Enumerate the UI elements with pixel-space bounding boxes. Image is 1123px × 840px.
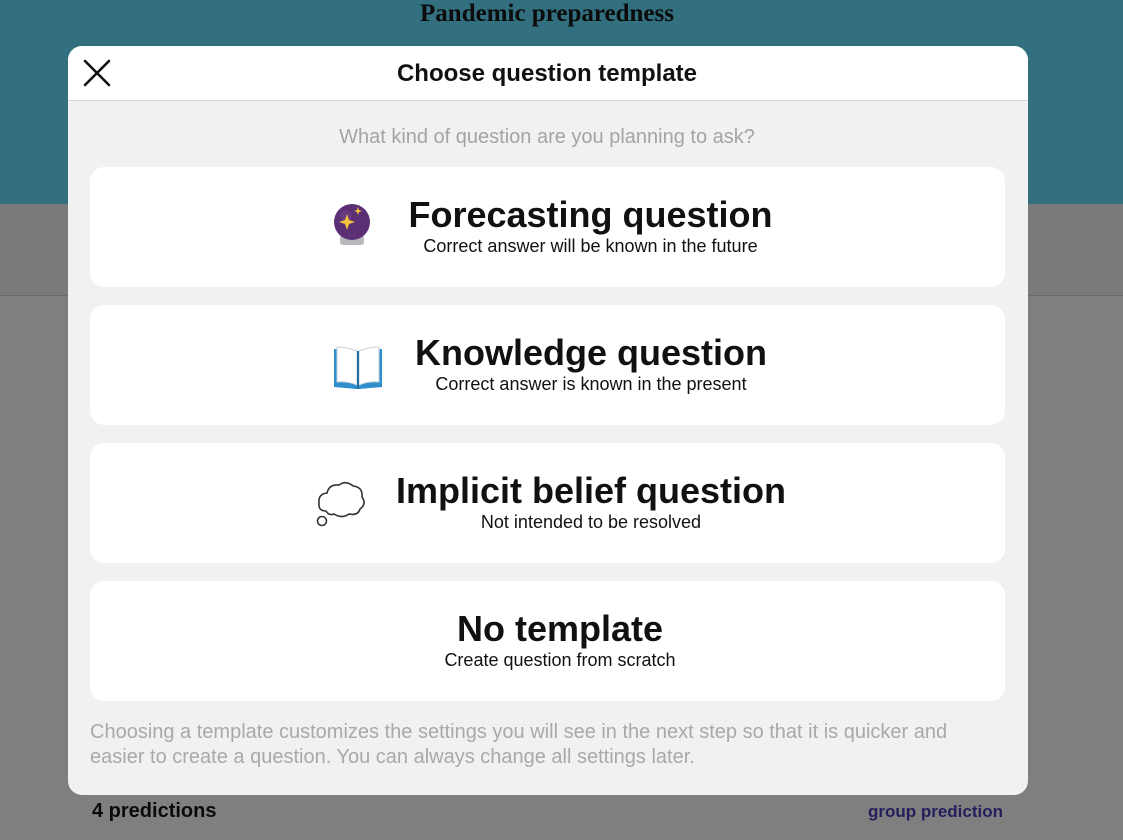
group-prediction-link[interactable]: group prediction bbox=[868, 802, 1003, 822]
implicit-belief-question-option[interactable]: Implicit belief question Not intended to… bbox=[90, 443, 1005, 563]
option-subtitle: Not intended to be resolved bbox=[480, 512, 702, 532]
choose-template-modal: Choose question template What kind of qu… bbox=[68, 46, 1028, 795]
modal-header: Choose question template bbox=[68, 46, 1028, 101]
option-subtitle: Correct answer will be known in the futu… bbox=[423, 236, 758, 256]
implicit-belief-text: Implicit belief question Not intended to… bbox=[372, 471, 810, 533]
option-title: Forecasting question bbox=[408, 194, 773, 235]
option-subtitle: Correct answer is known in the present bbox=[435, 374, 747, 394]
template-prompt: What kind of question are you planning t… bbox=[339, 126, 755, 148]
forecasting-text: Forecasting question Correct answer will… bbox=[390, 195, 791, 257]
crystal-ball-icon bbox=[334, 204, 370, 245]
template-footnote: Choosing a template customizes the setti… bbox=[90, 721, 948, 768]
thought-bubble-icon bbox=[316, 481, 365, 527]
forecasting-question-option[interactable]: Forecasting question Correct answer will… bbox=[90, 167, 1005, 287]
modal-title: Choose question template bbox=[396, 60, 698, 87]
page-title: Pandemic preparedness bbox=[420, 0, 674, 27]
no-template-option[interactable]: No template Create question from scratch bbox=[90, 581, 1005, 701]
option-subtitle: Create question from scratch bbox=[444, 650, 676, 670]
knowledge-question-option[interactable]: Knowledge question Correct answer is kno… bbox=[90, 305, 1005, 425]
no-template-text: No template Create question from scratch bbox=[410, 609, 710, 671]
knowledge-text: Knowledge question Correct answer is kno… bbox=[391, 333, 791, 395]
open-book-icon bbox=[334, 346, 382, 389]
predictions-count: 4 predictions bbox=[92, 800, 217, 822]
option-title: No template bbox=[456, 608, 664, 649]
option-title: Implicit belief question bbox=[395, 470, 787, 511]
option-title: Knowledge question bbox=[414, 332, 767, 373]
